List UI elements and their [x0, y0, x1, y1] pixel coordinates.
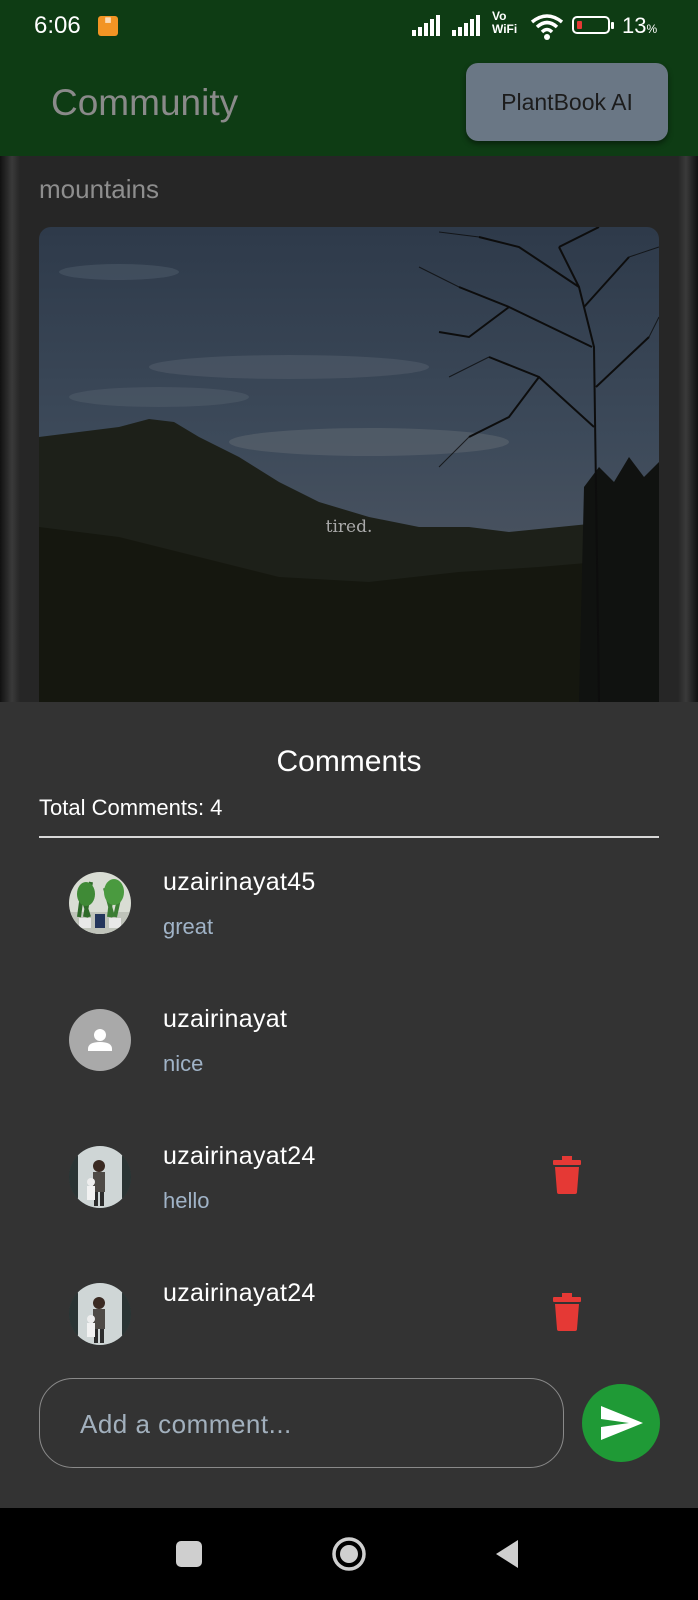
comment-username: uzairinayat24 — [163, 1279, 316, 1307]
comment-text: nice — [163, 1051, 204, 1076]
recents-button[interactable] — [176, 1541, 202, 1567]
default-person-avatar[interactable] — [69, 1009, 131, 1071]
comment-text: hello — [163, 1188, 210, 1213]
card-edge — [678, 156, 698, 702]
battery-percent: 13% — [622, 13, 657, 39]
send-icon — [601, 1406, 643, 1440]
comment-text: great — [163, 914, 214, 939]
comment-item: uzairinayat45 great — [0, 838, 698, 978]
app-bar: Community PlantBook AI — [0, 58, 698, 156]
delete-comment-button[interactable] — [552, 1293, 582, 1331]
battery-icon — [572, 16, 614, 34]
post-title: mountains — [39, 174, 159, 204]
person-icon — [88, 1029, 112, 1051]
plantbook-ai-button[interactable]: PlantBook AI — [466, 63, 668, 141]
comment-username: uzairinayat24 — [163, 1142, 316, 1170]
home-button[interactable] — [331, 1536, 367, 1572]
person-photo-avatar[interactable] — [69, 1146, 131, 1208]
comment-username: uzairinayat — [163, 1005, 288, 1033]
system-navigation-bar — [0, 1508, 698, 1600]
send-button[interactable] — [582, 1384, 660, 1462]
app-notification-icon: ▦ — [98, 16, 118, 36]
comment-input[interactable] — [78, 1379, 542, 1469]
post-image-caption: tired. — [325, 517, 373, 537]
post-image[interactable]: tired. — [39, 227, 659, 702]
plants-photo-avatar[interactable] — [69, 872, 131, 934]
card-edge — [0, 156, 20, 702]
vowifi-bottom-label: WiFi — [492, 22, 518, 36]
signal-icon — [452, 15, 480, 36]
battery-percent-value: 13 — [622, 13, 647, 38]
comments-title: Comments — [276, 745, 422, 778]
comment-composer — [39, 1378, 564, 1469]
page-title: Community — [51, 82, 239, 123]
status-bar: 6:06 ▦ Vo WiFi 13% — [0, 0, 698, 58]
comments-sheet: Comments Total Comments: 4 uzairinayat45… — [0, 702, 698, 1508]
comment-username: uzairinayat45 — [163, 868, 316, 896]
signal-icon — [412, 15, 440, 36]
screen: 6:06 ▦ Vo WiFi 13% Community PlantBook A… — [0, 0, 698, 1600]
wifi-icon — [530, 14, 564, 40]
comment-item: uzairinayat24 hello — [0, 1112, 698, 1252]
mountain-landscape-image — [39, 227, 659, 702]
comment-item: uzairinayat nice — [0, 975, 698, 1115]
status-time: 6:06 — [34, 12, 81, 39]
post-feed: mountains tired. — [0, 156, 698, 702]
battery-level — [577, 21, 582, 29]
comment-list[interactable]: uzairinayat45 great uzairinayat nice uza… — [0, 838, 698, 1358]
person-photo-avatar[interactable] — [69, 1283, 131, 1345]
back-button[interactable] — [494, 1538, 520, 1570]
delete-comment-button[interactable] — [552, 1156, 582, 1194]
battery-percent-unit: % — [646, 22, 658, 36]
comment-item: uzairinayat24 — [0, 1249, 698, 1358]
vowifi-indicator: Vo WiFi — [492, 10, 517, 36]
total-comments-label: Total Comments: 4 — [39, 795, 223, 820]
